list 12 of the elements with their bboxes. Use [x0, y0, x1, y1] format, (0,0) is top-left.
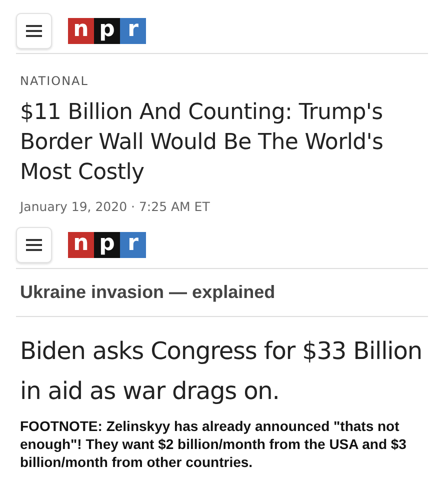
- headline: $11 Billion And Counting: Trump's Border Wall Would Be The World's Most Costly: [20, 99, 384, 187]
- section-banner: Ukraine invasion — explained: [16, 268, 428, 317]
- menu-icon: [26, 239, 42, 252]
- menu-icon: [26, 24, 42, 36]
- menu-button[interactable]: [16, 227, 52, 264]
- footnote-text: FOOTNOTE: Zelinskyy has already announced "thats not enough"! They want $2 billion/month from the USA and $3 billion/month from other countries.: [20, 416, 408, 471]
- logo[interactable]: n p r: [68, 232, 146, 258]
- headline: Biden asks Congress for $33 Billion in aid as war drags on.: [20, 336, 423, 407]
- logo[interactable]: n p r: [68, 18, 146, 44]
- date-line: January 19, 2020 · 7:25 AM ET: [20, 198, 211, 216]
- menu-button[interactable]: [16, 12, 52, 48]
- section-label: NATIONAL: [20, 73, 90, 90]
